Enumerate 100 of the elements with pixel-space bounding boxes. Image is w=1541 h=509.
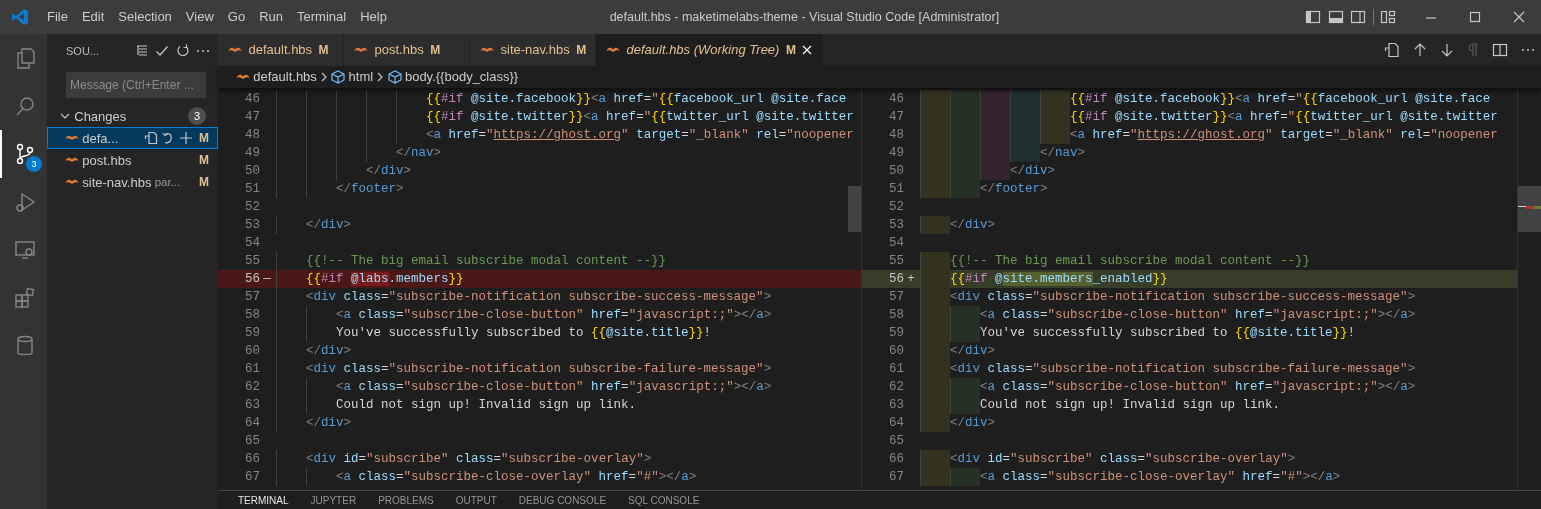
- mustache-icon: [228, 46, 242, 54]
- line-number: 59: [244, 325, 260, 342]
- line-number: 46: [888, 91, 904, 108]
- panel-toggle-icon[interactable]: [1327, 9, 1344, 25]
- line-number: 48: [244, 127, 260, 144]
- maximize-icon[interactable]: [1468, 10, 1482, 24]
- editor-tab[interactable]: site-nav.hbs M: [470, 34, 596, 66]
- panel-tab[interactable]: TERMINAL: [238, 492, 289, 508]
- split-editor-icon[interactable]: [1491, 42, 1508, 58]
- line-number: 47: [244, 109, 260, 126]
- line-number: 67: [244, 469, 260, 486]
- code-line: </div>: [920, 342, 996, 360]
- breadcrumb[interactable]: default.hbs: [253, 67, 317, 87]
- tree-list-icon[interactable]: [134, 44, 149, 58]
- scrollbar-thumb[interactable]: [848, 186, 861, 232]
- menu-item[interactable]: Help: [353, 7, 394, 27]
- line-number: 49: [888, 145, 904, 162]
- panel-tab[interactable]: JUPYTER: [310, 492, 357, 508]
- code-line: {{#if @labs.members}}: [276, 270, 464, 288]
- code-line: Could not sign up! Invalid sign up link.: [276, 396, 637, 414]
- code-line: {{#if @site.twitter}}<a href="{{twitter_url @site.twitter: [276, 108, 854, 126]
- menu-item[interactable]: Edit: [74, 7, 112, 27]
- menu-item[interactable]: File: [40, 7, 75, 27]
- code-line: </div>: [276, 216, 352, 234]
- plus-icon[interactable]: [178, 131, 193, 146]
- editor-tab[interactable]: default.hbs (Working Tree) M: [596, 34, 824, 66]
- code-line: {{#if @site.facebook}}<a href="{{facebook_url @site.face: [920, 90, 1491, 108]
- line-number: 67: [888, 469, 904, 486]
- code-line: <div class="subscribe-notification subscribe-success-message">: [276, 288, 772, 306]
- line-number: 56: [244, 271, 260, 288]
- mustache-icon: [606, 46, 620, 54]
- mustache-icon: [65, 178, 79, 187]
- section-header[interactable]: Changes: [74, 106, 185, 126]
- line-number: 54: [244, 235, 260, 252]
- line-number: 53: [888, 217, 904, 234]
- line-number: 60: [244, 343, 260, 360]
- refresh-icon[interactable]: [175, 44, 190, 58]
- line-number: 58: [244, 307, 260, 324]
- panel-tab[interactable]: DEBUG CONSOLE: [518, 492, 607, 508]
- mustache-icon: [236, 73, 250, 81]
- panel-tab[interactable]: PROBLEMS: [378, 492, 434, 508]
- open-file-icon[interactable]: [144, 131, 158, 146]
- code-line: <a class="subscribe-close-button" href="javascript:;"></a>: [920, 378, 1416, 396]
- menu-item[interactable]: Selection: [111, 7, 179, 27]
- monitor-icon[interactable]: [12, 238, 37, 262]
- code-line: </div>: [920, 414, 996, 432]
- changes-list-item[interactable]: site-nav.hbs par... M: [47, 171, 218, 194]
- cube-icon: [387, 70, 402, 84]
- open-file-icon[interactable]: [1383, 42, 1400, 58]
- code-line: </footer>: [276, 180, 404, 198]
- menu-item[interactable]: View: [178, 7, 221, 27]
- code-line: You've successfully subscribed to {{@site.title}}!: [276, 324, 712, 342]
- diff-sign: +: [906, 271, 916, 288]
- scrollbar-thumb[interactable]: [1518, 186, 1541, 232]
- blocks-icon[interactable]: [12, 286, 37, 310]
- line-number: 49: [244, 145, 260, 162]
- code-line: </div>: [276, 414, 352, 432]
- editor-tab[interactable]: post.hbs M: [344, 34, 470, 66]
- menu-item[interactable]: Terminal: [290, 7, 354, 27]
- arrow-down-icon[interactable]: [1439, 43, 1454, 57]
- check-icon[interactable]: [155, 44, 169, 58]
- message-field[interactable]: Message (Ctrl+Enter ...: [66, 72, 206, 98]
- line-number: 60: [888, 343, 904, 360]
- line-number: 63: [888, 397, 904, 414]
- line-number: 55: [244, 253, 260, 270]
- menu-item[interactable]: Run: [252, 7, 290, 27]
- line-number: 63: [244, 397, 260, 414]
- changes-list-item[interactable]: post.hbs M: [47, 149, 218, 172]
- code-line: <a href="https://ghost.org" target="_blank" rel="noopener: [920, 126, 1498, 144]
- editor-tab[interactable]: default.hbs M: [218, 34, 344, 66]
- arrow-up-icon[interactable]: [1412, 43, 1427, 57]
- line-number: 50: [888, 163, 904, 180]
- sidebar-toggle-icon[interactable]: [1305, 9, 1321, 25]
- breadcrumb[interactable]: body.{{body_class}}: [404, 67, 519, 87]
- panel-tab[interactable]: SQL CONSOLE: [628, 492, 700, 508]
- file-name: defa...: [82, 129, 119, 148]
- layout-icon[interactable]: [1380, 9, 1396, 25]
- code-line: {{!-- The big email subscribe modal content --}}: [920, 252, 1311, 270]
- close-icon[interactable]: [1512, 10, 1526, 24]
- window-title: default.hbs - maketimelabs-theme - Visual Studio Code [Administrator]: [609, 8, 1000, 26]
- file-name: post.hbs: [82, 151, 132, 170]
- line-number: 51: [244, 181, 260, 198]
- panel-tab[interactable]: OUTPUT: [455, 492, 497, 508]
- line-number: 53: [244, 217, 260, 234]
- git-status: M: [199, 152, 209, 170]
- line-number: 65: [888, 433, 904, 450]
- line-number: 58: [888, 307, 904, 324]
- file-path: par...: [154, 174, 181, 190]
- split-layout-icon[interactable]: [1350, 9, 1366, 25]
- panel-title: SOU...: [66, 43, 100, 59]
- line-number: 61: [244, 361, 260, 378]
- menu-item[interactable]: Go: [220, 7, 253, 27]
- changes-list-item[interactable]: defa... M: [47, 127, 218, 150]
- code-line: </div>: [276, 162, 412, 180]
- app-logo-icon[interactable]: [11, 8, 29, 26]
- line-number: 62: [888, 379, 904, 396]
- line-number: 54: [888, 235, 904, 252]
- code-line: <a class="subscribe-close-button" href="javascript:;"></a>: [276, 306, 772, 324]
- breadcrumb[interactable]: html: [348, 67, 374, 87]
- line-number: 55: [888, 253, 904, 270]
